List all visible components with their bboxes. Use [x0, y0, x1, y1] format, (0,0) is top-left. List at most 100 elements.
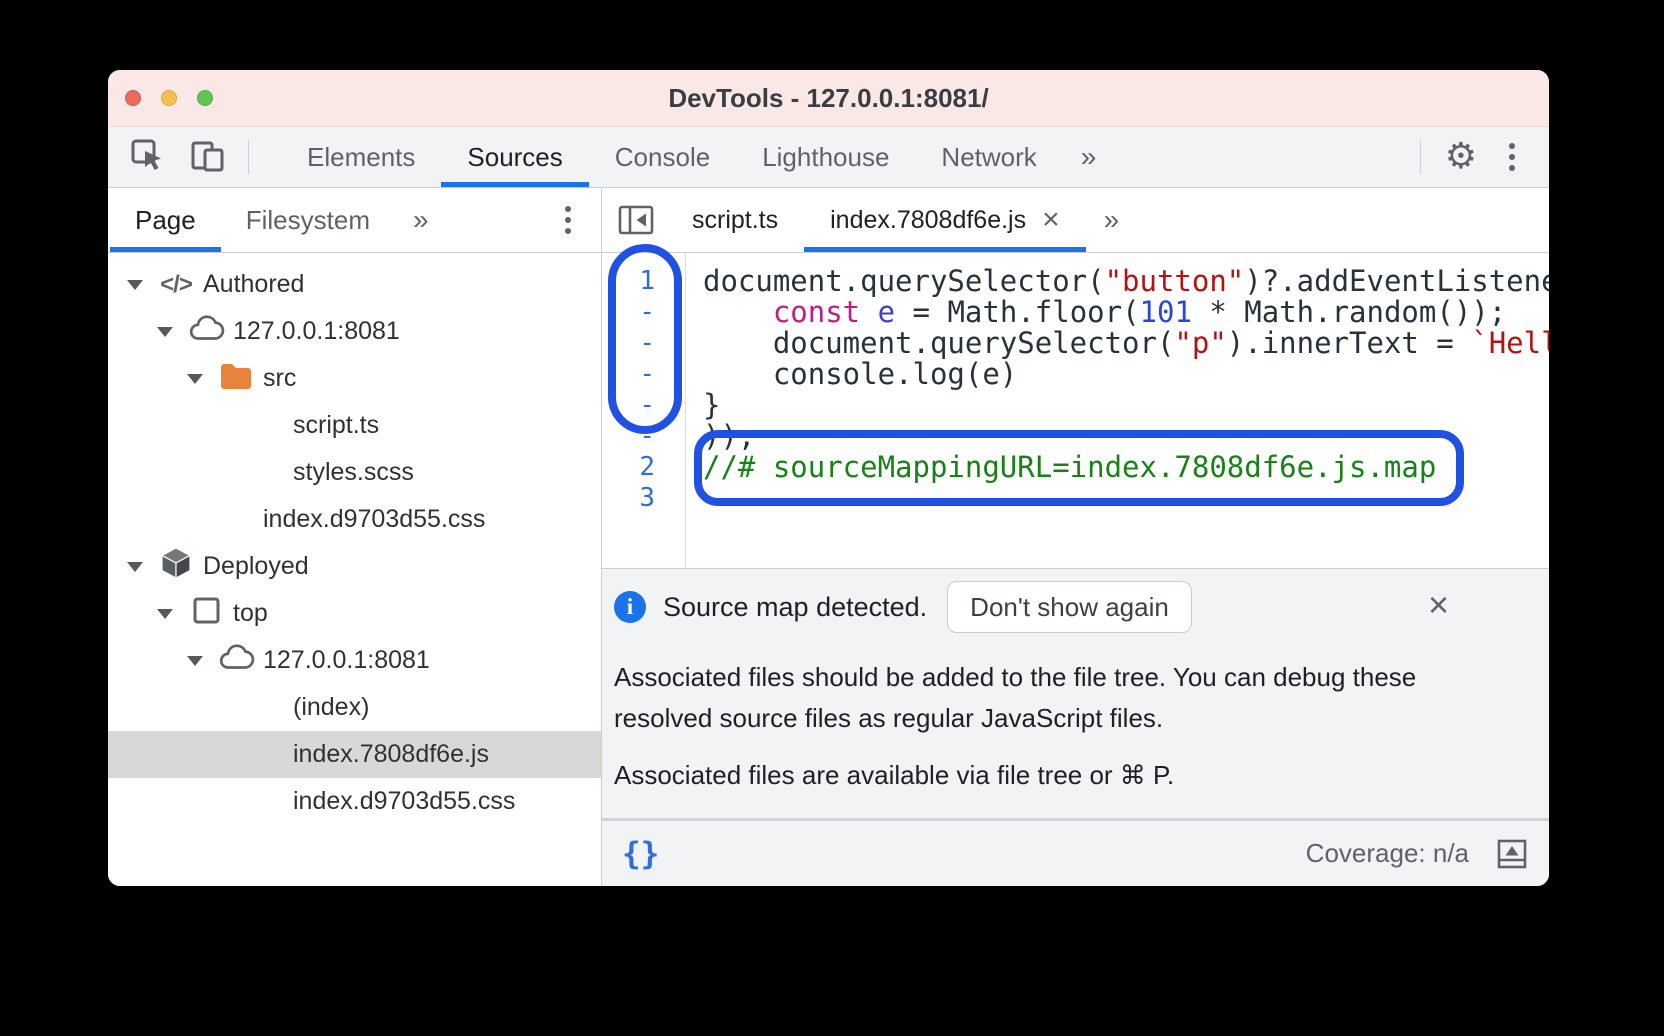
tree-item-label: styles.scss — [293, 458, 414, 487]
file-tree: </> Authored 127.0.0.1:8081 src script.ts sty… — [108, 253, 601, 886]
more-sidebar-tabs-button[interactable]: » — [395, 188, 447, 252]
tree-item-deployed[interactable]: Deployed — [108, 543, 601, 590]
chevron-expanded-icon[interactable] — [157, 327, 187, 337]
coverage-status: Coverage: n/a — [1306, 838, 1469, 869]
line-number-gutter[interactable]: 1-----23 — [602, 253, 686, 568]
chevron-expanded-icon[interactable] — [127, 562, 157, 572]
line-number[interactable]: 3 — [602, 483, 685, 514]
cloud-icon — [218, 644, 255, 678]
tree-item-authored[interactable]: </> Authored — [108, 261, 601, 308]
traffic-lights — [125, 70, 213, 126]
frame-icon — [192, 596, 221, 632]
code-line: console.log(e) — [703, 359, 1549, 390]
code-line: const e = Math.floor(101 * Math.random()… — [703, 297, 1549, 328]
tree-item-top[interactable]: top — [108, 590, 601, 637]
code-line: //# sourceMappingURL=index.7808df6e.js.m… — [703, 452, 1549, 483]
code-line: document.querySelector("button")?.addEve… — [703, 266, 1549, 297]
cloud-icon — [188, 315, 225, 349]
tab-lighthouse[interactable]: Lighthouse — [736, 127, 915, 187]
tab-sources[interactable]: Sources — [441, 127, 588, 187]
main-toolbar: ElementsSourcesConsoleLighthouseNetwork … — [108, 127, 1549, 188]
close-tab-icon[interactable]: × — [1042, 205, 1060, 235]
tree-item-label: top — [233, 599, 268, 628]
line-number[interactable]: - — [602, 421, 685, 452]
tree-item-script-ts[interactable]: script.ts — [108, 402, 601, 449]
tree-item-label: index.d9703d55.css — [293, 787, 515, 816]
inspect-element-icon[interactable] — [130, 138, 164, 177]
tab-network[interactable]: Network — [915, 127, 1062, 187]
source-code-icon: </> — [160, 271, 192, 299]
toggle-navigator-icon[interactable] — [602, 188, 666, 252]
expand-panel-icon[interactable] — [1495, 837, 1529, 871]
toolbar-divider — [248, 140, 249, 174]
chevron-expanded-icon[interactable] — [187, 656, 217, 666]
editor-tab-index-7808df6e-js[interactable]: index.7808df6e.js × — [804, 188, 1086, 252]
zoom-window-button[interactable] — [197, 90, 213, 106]
code-line: } — [703, 390, 1549, 421]
pretty-print-icon[interactable]: {} — [622, 836, 659, 872]
code-lines: document.querySelector("button")?.addEve… — [686, 253, 1549, 568]
minimize-window-button[interactable] — [161, 90, 177, 106]
tree-item-label: index.7808df6e.js — [293, 740, 489, 769]
code-line: document.querySelector("p").innerText = … — [703, 328, 1549, 359]
line-number[interactable]: - — [602, 390, 685, 421]
source-map-infobar: i Source map detected. Don't show again … — [602, 568, 1549, 818]
devtools-window: DevTools - 127.0.0.1:8081/ ElementsSourc… — [108, 70, 1549, 886]
device-toolbar-icon[interactable] — [190, 138, 226, 177]
more-panels-button[interactable]: » — [1063, 127, 1115, 187]
tree-item-index-7808df6e-js[interactable]: index.7808df6e.js — [108, 731, 601, 778]
line-number[interactable]: - — [602, 359, 685, 390]
tree-item-index-d9703d55-css[interactable]: index.d9703d55.css — [108, 496, 601, 543]
editor-tab-script-ts[interactable]: script.ts — [666, 188, 804, 252]
toolbar-divider — [1420, 140, 1421, 174]
editor-tab-label: script.ts — [692, 206, 778, 235]
sources-sidebar: PageFilesystem » </> Authored 127.0.0.1:80… — [108, 188, 602, 886]
chevron-expanded-icon[interactable] — [157, 609, 187, 619]
tree-item--index-[interactable]: (index) — [108, 684, 601, 731]
code-editor[interactable]: 1-----23 document.querySelector("button"… — [602, 253, 1549, 568]
tree-item-src[interactable]: src — [108, 355, 601, 402]
line-number[interactable]: - — [602, 297, 685, 328]
info-icon: i — [614, 591, 646, 623]
infobar-close-icon[interactable]: × — [1428, 587, 1449, 623]
dont-show-again-button[interactable]: Don't show again — [947, 581, 1192, 633]
editor-tab-strip: script.ts index.7808df6e.js × » — [602, 188, 1549, 253]
tree-item-127-0-0-1-8081[interactable]: 127.0.0.1:8081 — [108, 308, 601, 355]
tab-console[interactable]: Console — [589, 127, 736, 187]
sidebar-tab-page[interactable]: Page — [110, 188, 221, 252]
infobar-text: Associated files should be added to the … — [614, 657, 1464, 739]
main-menu-kebab-icon[interactable] — [1501, 137, 1523, 177]
sidebar-tab-filesystem[interactable]: Filesystem — [221, 188, 395, 252]
titlebar: DevTools - 127.0.0.1:8081/ — [108, 70, 1549, 127]
settings-gear-icon[interactable]: ⚙ — [1445, 139, 1477, 175]
editor-tab-label: index.7808df6e.js — [830, 206, 1026, 235]
window-title: DevTools - 127.0.0.1:8081/ — [108, 83, 1549, 114]
tree-item-label: src — [263, 364, 296, 393]
tree-item-label: 127.0.0.1:8081 — [233, 317, 400, 346]
tree-item-label: (index) — [293, 693, 369, 722]
tree-item-label: 127.0.0.1:8081 — [263, 646, 430, 675]
chevron-expanded-icon[interactable] — [187, 374, 217, 384]
sidebar-tabs: PageFilesystem » — [108, 188, 601, 253]
editor-statusbar: {} Coverage: n/a — [602, 818, 1549, 886]
close-window-button[interactable] — [125, 90, 141, 106]
editor-pane: script.tsindex.7808df6e.js× » 1-----23 d… — [602, 188, 1549, 886]
tree-item-label: Deployed — [203, 552, 309, 581]
tab-elements[interactable]: Elements — [281, 127, 441, 187]
folder-icon — [219, 361, 253, 396]
tree-item-label: script.ts — [293, 411, 379, 440]
sidebar-menu-kebab-icon[interactable] — [557, 200, 579, 240]
code-line: )); — [703, 421, 1549, 452]
tree-item-label: index.d9703d55.css — [263, 505, 485, 534]
tree-item-label: Authored — [203, 270, 304, 299]
infobar-text: Associated files are available via file … — [614, 755, 1464, 796]
panel-tabs: ElementsSourcesConsoleLighthouseNetwork — [281, 127, 1063, 187]
line-number[interactable]: 2 — [602, 452, 685, 483]
line-number[interactable]: - — [602, 328, 685, 359]
tree-item-styles-scss[interactable]: styles.scss — [108, 449, 601, 496]
tree-item-127-0-0-1-8081[interactable]: 127.0.0.1:8081 — [108, 637, 601, 684]
more-editor-tabs-button[interactable]: » — [1086, 188, 1138, 252]
chevron-expanded-icon[interactable] — [127, 280, 157, 290]
tree-item-index-d9703d55-css[interactable]: index.d9703d55.css — [108, 778, 601, 825]
line-number[interactable]: 1 — [602, 266, 685, 297]
